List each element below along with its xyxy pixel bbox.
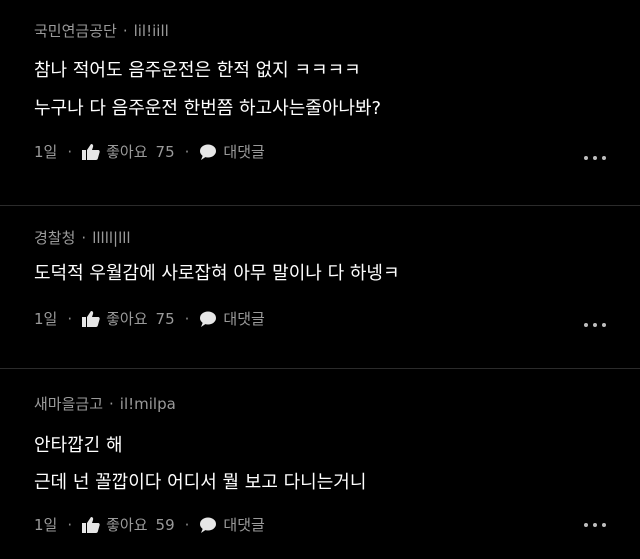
reply-button[interactable]: 대댓글 xyxy=(199,308,265,329)
action-separator: · xyxy=(184,309,190,328)
author-name[interactable]: 국민연금공단 xyxy=(34,22,117,40)
like-count: 75 xyxy=(155,142,175,161)
like-button[interactable]: 좋아요 59 xyxy=(82,514,175,535)
comment-text-line: 근데 넌 꼴깝이다 어디서 뭘 보고 다니는거니 xyxy=(34,472,367,493)
speech-bubble-icon xyxy=(199,311,217,327)
comment-meta: 새마을금고 · il!milpa xyxy=(34,393,176,414)
reply-label: 대댓글 xyxy=(223,516,265,534)
like-button[interactable]: 좋아요 75 xyxy=(82,141,175,162)
comment-1: 국민연금공단 · lil!iill 참나 적어도 음주운전은 한적 없지 ㅋㅋㅋㅋ … xyxy=(0,18,640,178)
comment-time: 1일 xyxy=(34,143,58,161)
comment-time: 1일 xyxy=(34,310,58,328)
comment-text-line: 안타깝긴 해 xyxy=(34,435,123,456)
meta-separator: · xyxy=(81,229,87,247)
thumbs-up-icon xyxy=(82,516,100,533)
comment-meta: 경찰청 · lllll|lll xyxy=(34,227,131,248)
reply-button[interactable]: 대댓글 xyxy=(199,514,265,535)
like-count: 75 xyxy=(155,309,175,328)
meta-separator: · xyxy=(109,395,114,413)
comment-time: 1일 xyxy=(34,516,58,534)
like-count: 59 xyxy=(155,515,175,534)
action-separator: · xyxy=(67,515,73,534)
reply-label: 대댓글 xyxy=(223,143,265,161)
comment-divider xyxy=(0,368,640,369)
author-handle[interactable]: lllll|lll xyxy=(92,229,130,247)
reply-label: 대댓글 xyxy=(223,310,265,328)
like-label: 좋아요 xyxy=(106,310,148,328)
reply-button[interactable]: 대댓글 xyxy=(199,141,265,162)
comment-divider xyxy=(0,205,640,206)
author-name[interactable]: 새마을금고 xyxy=(34,395,103,413)
comment-actions: 1일 · 좋아요 59 · 대댓글 xyxy=(34,514,265,535)
comment-actions: 1일 · 좋아요 75 · 대댓글 xyxy=(34,141,265,162)
action-separator: · xyxy=(67,309,73,328)
comment-text-line: 도덕적 우월감에 사로잡혀 아무 말이나 다 하넹ㅋ xyxy=(34,263,400,284)
thumbs-up-icon xyxy=(82,310,100,327)
more-options-icon[interactable] xyxy=(584,320,610,330)
author-handle[interactable]: lil!iill xyxy=(134,22,169,40)
like-label: 좋아요 xyxy=(106,516,148,534)
author-name[interactable]: 경찰청 xyxy=(34,229,75,247)
comment-actions: 1일 · 좋아요 75 · 대댓글 xyxy=(34,308,265,329)
like-button[interactable]: 좋아요 75 xyxy=(82,308,175,329)
thumbs-up-icon xyxy=(82,143,100,160)
meta-separator: · xyxy=(122,22,128,40)
speech-bubble-icon xyxy=(199,144,217,160)
more-options-icon[interactable] xyxy=(584,153,610,163)
action-separator: · xyxy=(184,515,190,534)
action-separator: · xyxy=(67,142,73,161)
comment-text-line: 참나 적어도 음주운전은 한적 없지 ㅋㅋㅋㅋ xyxy=(34,60,361,81)
like-label: 좋아요 xyxy=(106,143,148,161)
comment-3: 새마을금고 · il!milpa 안타깝긴 해 근데 넌 꼴깝이다 어디서 뭘 보고… xyxy=(0,393,640,553)
author-handle[interactable]: il!milpa xyxy=(120,395,176,413)
speech-bubble-icon xyxy=(199,517,217,533)
action-separator: · xyxy=(184,142,190,161)
comment-2: 경찰청 · lllll|lll 도덕적 우월감에 사로잡혀 아무 말이나 다 하넹ㅋ… xyxy=(0,227,640,347)
more-options-icon[interactable] xyxy=(584,520,610,530)
comment-meta: 국민연금공단 · lil!iill xyxy=(34,20,169,41)
comment-text-line: 누구나 다 음주운전 한번쯤 하고사는줄아나봐? xyxy=(34,98,382,119)
